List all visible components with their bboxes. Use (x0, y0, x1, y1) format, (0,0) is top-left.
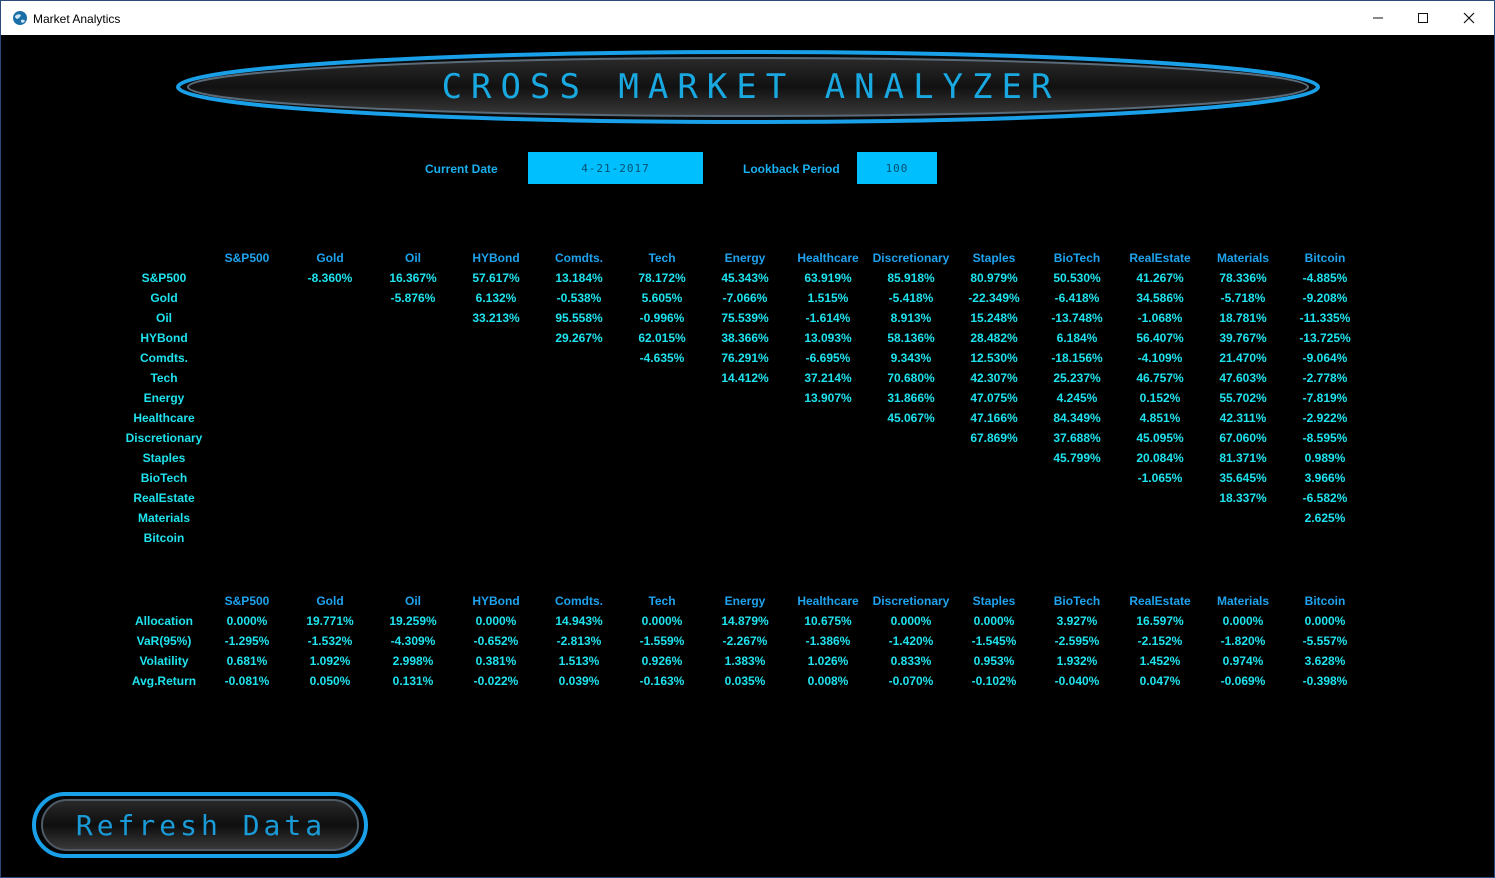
column-header: Bitcoin (1304, 594, 1346, 608)
row-header: Discretionary (125, 431, 203, 445)
correlation-cell: -2.922% (1302, 411, 1348, 425)
correlation-cell: -8.595% (1302, 431, 1348, 445)
stat-cell: 0.000% (1304, 614, 1346, 628)
app-window: Market Analytics CROSS MARKET ANALYZER C… (0, 0, 1495, 878)
correlation-cell: -7.819% (1302, 391, 1348, 405)
lookback-period-input[interactable] (857, 152, 937, 184)
stat-cell: -0.398% (1302, 674, 1348, 688)
row-header: S&P500 (141, 271, 187, 285)
correlation-cell: -2.778% (1302, 371, 1348, 385)
correlation-cell: -6.582% (1302, 491, 1348, 505)
current-date-label: Current Date (425, 162, 498, 176)
correlation-cell: 2.625% (1304, 511, 1346, 525)
correlation-cell: 0.989% (1304, 451, 1346, 465)
client-area: CROSS MARKET ANALYZER Current Date Lookb… (3, 35, 1492, 875)
row-header: Materials (137, 511, 191, 525)
row-header: Healthcare (133, 411, 195, 425)
minimize-icon (1373, 17, 1383, 19)
current-date-input[interactable] (528, 152, 703, 184)
title-bar[interactable]: Market Analytics (1, 1, 1494, 35)
stat-cell: 3.628% (1304, 654, 1346, 668)
globe-icon (13, 11, 27, 25)
page-title: CROSS MARKET ANALYZER (441, 67, 1061, 107)
correlation-cell: -9.208% (1302, 291, 1348, 305)
minimize-button[interactable] (1355, 1, 1401, 35)
maximize-icon (1418, 13, 1428, 23)
correlation-cell: 3.966% (1304, 471, 1346, 485)
refresh-data-button[interactable]: Refresh Data (31, 791, 369, 859)
close-icon (1463, 12, 1475, 24)
row-header: Energy (143, 391, 185, 405)
row-header: Comdts. (140, 351, 188, 365)
row-header: HYBond (140, 331, 188, 345)
stat-cell: -5.557% (1302, 634, 1348, 648)
row-header: Staples (142, 451, 186, 465)
correlation-cell: -13.725% (1299, 331, 1351, 345)
row-header: Tech (150, 371, 178, 385)
correlation-cell: -9.064% (1302, 351, 1348, 365)
maximize-button[interactable] (1400, 1, 1446, 35)
lookback-period-label: Lookback Period (743, 162, 840, 176)
row-header: BioTech (140, 471, 188, 485)
column-header: Bitcoin (1304, 251, 1346, 265)
window-title: Market Analytics (33, 12, 121, 26)
correlation-cell: -4.885% (1302, 271, 1348, 285)
row-header: RealEstate (133, 491, 195, 505)
correlation-cell: -11.335% (1299, 311, 1351, 325)
row-header: Bitcoin (143, 531, 185, 545)
close-button[interactable] (1446, 1, 1492, 35)
row-header: Gold (150, 291, 178, 305)
row-header: Oil (155, 311, 172, 325)
